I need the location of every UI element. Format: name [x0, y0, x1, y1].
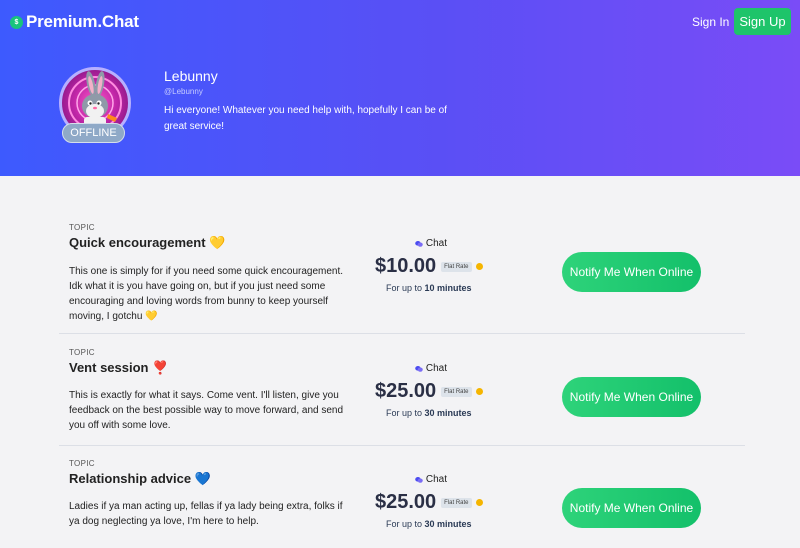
topic-title: Relationship advice 💙	[69, 471, 211, 486]
flat-rate-badge: Flat Rate	[441, 497, 472, 508]
divider	[59, 445, 745, 446]
duration-prefix: For up to	[386, 519, 425, 529]
sign-up-button[interactable]: Sign Up	[734, 8, 791, 35]
chat-bubbles-icon	[415, 476, 423, 483]
topic-label: TOPIC	[69, 348, 95, 357]
chat-type: Chat	[415, 238, 447, 249]
logo-text: Premium.Chat	[26, 12, 139, 31]
duration-text: For up to 30 minutes	[386, 408, 472, 418]
notify-button[interactable]: Notify Me When Online	[562, 377, 701, 417]
price-row: $25.00 Flat Rate	[375, 380, 483, 403]
divider	[59, 333, 745, 334]
topic-title: Quick encouragement 💛	[69, 235, 226, 250]
duration-value: 30 minutes	[424, 519, 472, 529]
duration-text: For up to 10 minutes	[386, 283, 472, 293]
chat-bubbles-icon	[415, 240, 423, 247]
price: $10.00	[375, 255, 437, 277]
duration-prefix: For up to	[386, 408, 425, 418]
status-dot-icon	[475, 499, 483, 506]
profile-bio: Hi everyone! Whatever you need help with…	[164, 105, 447, 132]
topic-card: TOPIC Vent session ❣️ This is exactly fo…	[59, 343, 745, 443]
topic-description: This one is simply for if you need some …	[69, 266, 344, 322]
profile-name: Lebunny	[164, 68, 218, 84]
status-dot-icon	[475, 263, 483, 270]
flat-rate-badge: Flat Rate	[441, 386, 472, 397]
profile-avatar-wrap: OFFLINE	[59, 67, 131, 143]
sign-in-link[interactable]: Sign In	[692, 15, 729, 29]
profile-handle: @Lebunny	[164, 87, 203, 96]
duration-prefix: For up to	[386, 283, 425, 293]
duration-value: 10 minutes	[424, 283, 472, 293]
status-dot-icon	[475, 388, 483, 395]
topic-label: TOPIC	[69, 459, 95, 468]
duration-text: For up to 30 minutes	[386, 519, 472, 529]
chat-label: Chat	[425, 363, 447, 374]
chat-type: Chat	[415, 474, 447, 485]
header: $ Premium.Chat Sign In Sign Up OFFLINE L…	[0, 0, 800, 176]
topic-label: TOPIC	[69, 223, 95, 232]
price-row: $10.00 Flat Rate	[375, 255, 483, 278]
notify-button[interactable]: Notify Me When Online	[562, 252, 701, 292]
price: $25.00	[375, 491, 437, 513]
topic-card: TOPIC Relationship advice 💙 Ladies if ya…	[59, 454, 745, 548]
topic-title: Vent session ❣️	[69, 360, 169, 375]
flat-rate-badge: Flat Rate	[441, 261, 472, 272]
logo[interactable]: $ Premium.Chat	[10, 12, 139, 32]
chat-label: Chat	[425, 238, 447, 249]
topic-description: This is exactly for what it says. Come v…	[69, 390, 344, 431]
chat-type: Chat	[415, 363, 447, 374]
topic-card: TOPIC Quick encouragement 💛 This one is …	[59, 218, 745, 330]
duration-value: 30 minutes	[424, 408, 472, 418]
chat-bubbles-icon	[415, 365, 423, 372]
notify-button[interactable]: Notify Me When Online	[562, 488, 701, 528]
price-row: $25.00 Flat Rate	[375, 491, 483, 514]
price: $25.00	[375, 380, 437, 402]
chat-label: Chat	[425, 474, 447, 485]
topic-description: Ladies if ya man acting up, fellas if ya…	[69, 501, 343, 527]
status-badge: OFFLINE	[62, 123, 125, 143]
dollar-logo-icon: $	[10, 15, 23, 29]
